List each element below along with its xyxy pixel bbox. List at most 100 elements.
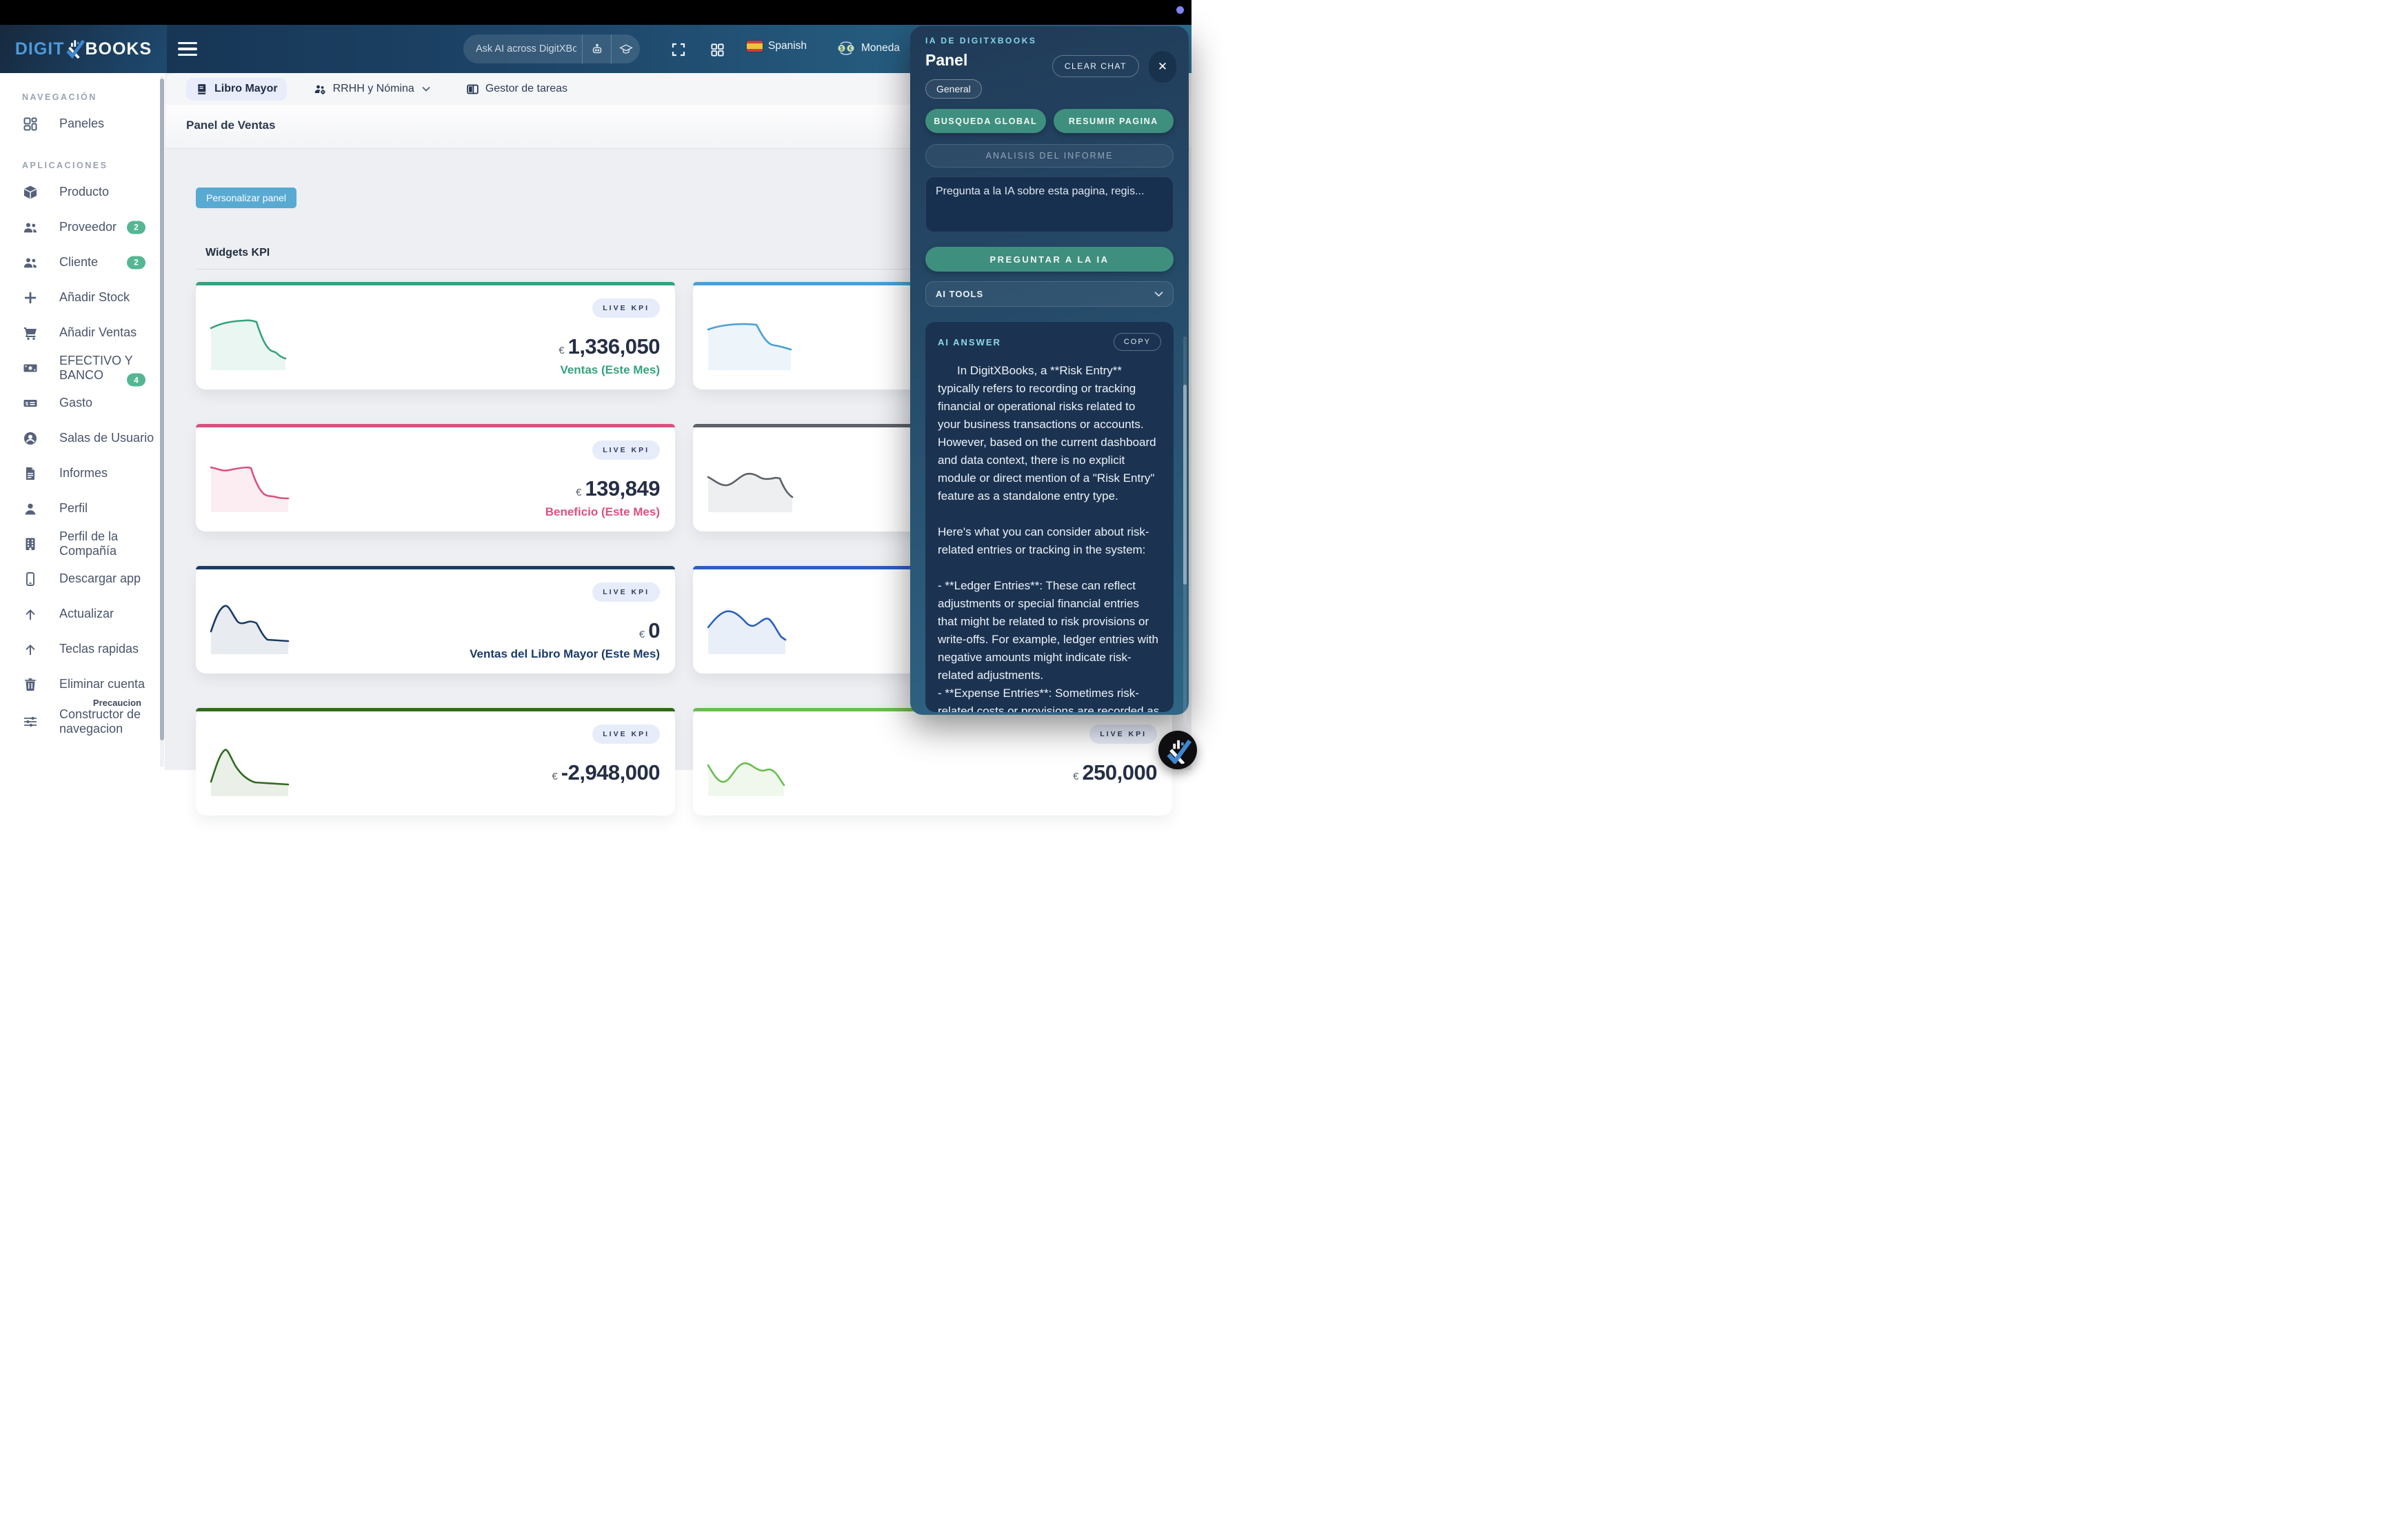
sidebar-item-label: Perfil xyxy=(59,501,88,516)
ai-tools-dropdown[interactable]: AI TOOLS xyxy=(925,281,1174,307)
kpi-value: € -2,948,000 xyxy=(552,760,660,785)
kpi-label: Beneficio (Este Mes) xyxy=(545,505,660,519)
customize-panel-button[interactable]: Personalizar panel xyxy=(196,188,296,208)
tab-label: Libro Mayor xyxy=(214,83,278,95)
sidebar-item-paneles[interactable]: Paneles xyxy=(0,106,165,141)
live-kpi-badge: LIVE KPI xyxy=(592,440,660,460)
sparkline-chart xyxy=(208,305,312,370)
sidebar-item-gasto[interactable]: $ Gasto xyxy=(0,385,165,421)
app-logo[interactable]: DIGIT BOOKS xyxy=(0,25,167,73)
sidebar-scrollbar-thumb[interactable] xyxy=(160,79,164,740)
sidebar-item-constructor-navegacion[interactable]: Constructor de navegacion xyxy=(0,702,165,742)
arrow-up-icon xyxy=(23,642,38,657)
sidebar-item-label: Añadir Ventas xyxy=(59,325,137,340)
apps-grid-icon[interactable] xyxy=(707,40,727,59)
kpi-card-right-4[interactable]: LIVE KPI € 250,000 xyxy=(693,708,1172,815)
box-icon xyxy=(23,185,38,200)
sidebar-item-perfil-compania[interactable]: Perfil de la Compañía xyxy=(0,526,165,561)
card-accent-bar xyxy=(196,566,675,569)
smartphone-icon xyxy=(23,571,38,587)
book-icon xyxy=(195,83,208,96)
kpi-card-ventas-libro-mayor[interactable]: LIVE KPI € 0 Ventas del Libro Mayor (Est… xyxy=(196,566,675,673)
language-selector[interactable]: Spanish xyxy=(747,40,807,52)
sparkline-chart xyxy=(208,447,312,512)
sidebar-item-anadir-ventas[interactable]: Añadir Ventas xyxy=(0,315,165,350)
fullscreen-icon[interactable] xyxy=(669,40,688,59)
ai-tools-label: AI TOOLS xyxy=(936,289,983,299)
ai-assistant-panel: IA DE DIGITXBOOKS CLEAR CHAT ✕ Panel Gen… xyxy=(910,26,1189,715)
sidebar-item-label: Salas de Usuario xyxy=(59,431,154,445)
building-icon xyxy=(23,536,38,551)
logo-text-digit: DIGIT xyxy=(15,39,65,59)
global-search-button[interactable]: BUSQUEDA GLOBAL xyxy=(925,109,1046,133)
report-analysis-button[interactable]: ANALISIS DEL INFORME xyxy=(925,144,1174,168)
sidebar-item-label: Eliminar cuenta xyxy=(59,677,145,691)
sidebar-item-label: Descargar app xyxy=(59,571,141,586)
sidebar-item-label: Cliente xyxy=(59,255,98,270)
card-accent-bar xyxy=(196,424,675,427)
currency-exchange-icon: $ € xyxy=(836,40,856,57)
count-badge: 2 xyxy=(127,221,145,234)
banknote-icon xyxy=(23,361,38,376)
brand-floating-button[interactable] xyxy=(1158,731,1197,769)
sidebar-item-proveedor[interactable]: Proveedor 2 xyxy=(0,210,165,245)
sidebar-item-label: Proveedor xyxy=(59,220,117,234)
sparkline-chart xyxy=(705,731,809,796)
count-badge: 4 xyxy=(127,374,145,387)
sparkline-chart xyxy=(705,447,809,512)
tab-libro-mayor[interactable]: Libro Mayor xyxy=(186,78,287,101)
user-circle-icon xyxy=(23,431,38,446)
clear-chat-button[interactable]: CLEAR CHAT xyxy=(1052,55,1139,77)
ai-panel-scrollbar-thumb[interactable] xyxy=(1183,385,1187,585)
sidebar-item-producto[interactable]: Producto xyxy=(0,174,165,210)
hr-people-gear-icon xyxy=(314,83,327,96)
logo-text-books: BOOKS xyxy=(85,39,152,59)
ai-question-input[interactable] xyxy=(925,176,1174,232)
page-title: Panel de Ventas xyxy=(186,119,275,132)
currency-label: Moneda xyxy=(861,42,900,54)
tab-gestor-de-tareas[interactable]: Gestor de tareas xyxy=(457,78,576,101)
task-board-icon xyxy=(466,83,479,96)
sidebar-item-informes[interactable]: Informes xyxy=(0,456,165,491)
trash-icon xyxy=(23,677,38,692)
sidebar-item-efectivo-y-banco[interactable]: EFECTIVO Y BANCO 4 xyxy=(0,350,165,385)
sidebar-item-actualizar[interactable]: Actualizar xyxy=(0,596,165,631)
kpi-card-row4-left[interactable]: LIVE KPI € -2,948,000 xyxy=(196,708,675,815)
users-icon xyxy=(23,255,38,270)
tab-label: RRHH y Nómina xyxy=(333,83,414,95)
kpi-label: Ventas del Libro Mayor (Este Mes) xyxy=(470,647,660,661)
learn-icon[interactable] xyxy=(611,34,640,63)
plus-icon xyxy=(23,290,38,305)
sidebar-item-perfil[interactable]: Perfil xyxy=(0,491,165,526)
search-input[interactable] xyxy=(463,43,582,54)
sidebar-item-label: Actualizar xyxy=(59,607,114,621)
sidebar-item-label: Gasto xyxy=(59,396,92,410)
menu-toggle-button[interactable] xyxy=(178,41,197,57)
sidebar-item-salas-de-usuario[interactable]: Salas de Usuario xyxy=(0,421,165,456)
sidebar-item-descargar-app[interactable]: Descargar app xyxy=(0,561,165,596)
live-kpi-badge: LIVE KPI xyxy=(592,582,660,602)
kpi-card-ventas[interactable]: LIVE KPI € 1,336,050 Ventas (Este Mes) xyxy=(196,282,675,389)
sparkline-chart xyxy=(208,731,312,796)
tab-rrhh-nomina[interactable]: RRHH y Nómina xyxy=(305,78,439,101)
ai-answer-card: AI ANSWER COPY In DigitXBooks, a **Risk … xyxy=(925,322,1174,712)
ask-ai-button[interactable]: PREGUNTAR A LA IA xyxy=(925,247,1174,272)
robot-icon[interactable] xyxy=(582,34,611,63)
sidebar-item-teclas-rapidas[interactable]: Teclas rapidas xyxy=(0,631,165,667)
summarize-page-button[interactable]: RESUMIR PAGINA xyxy=(1054,109,1174,133)
sidebar-item-cliente[interactable]: Cliente 2 xyxy=(0,245,165,280)
cart-icon xyxy=(23,325,38,341)
sidebar-item-anadir-stock[interactable]: Añadir Stock xyxy=(0,280,165,315)
close-icon[interactable]: ✕ xyxy=(1149,51,1176,83)
sidebar-item-eliminar-cuenta[interactable]: Eliminar cuenta Precaucion xyxy=(0,667,165,702)
currency-selector[interactable]: $ € Moneda xyxy=(836,40,900,57)
sidebar-item-label: Constructor de navegacion xyxy=(59,707,163,736)
sidebar-item-label: Añadir Stock xyxy=(59,290,130,305)
context-chip-general[interactable]: General xyxy=(925,79,982,99)
spain-flag-icon xyxy=(747,41,763,52)
kpi-card-beneficio[interactable]: LIVE KPI € 139,849 Beneficio (Este Mes) xyxy=(196,424,675,531)
copy-button[interactable]: COPY xyxy=(1114,333,1161,351)
sidebar-section-navigation: NAVEGACIÓN xyxy=(22,92,165,102)
logo-check-icon xyxy=(1164,736,1192,764)
ai-answer-text: In DigitXBooks, a **Risk Entry** typical… xyxy=(938,362,1161,712)
